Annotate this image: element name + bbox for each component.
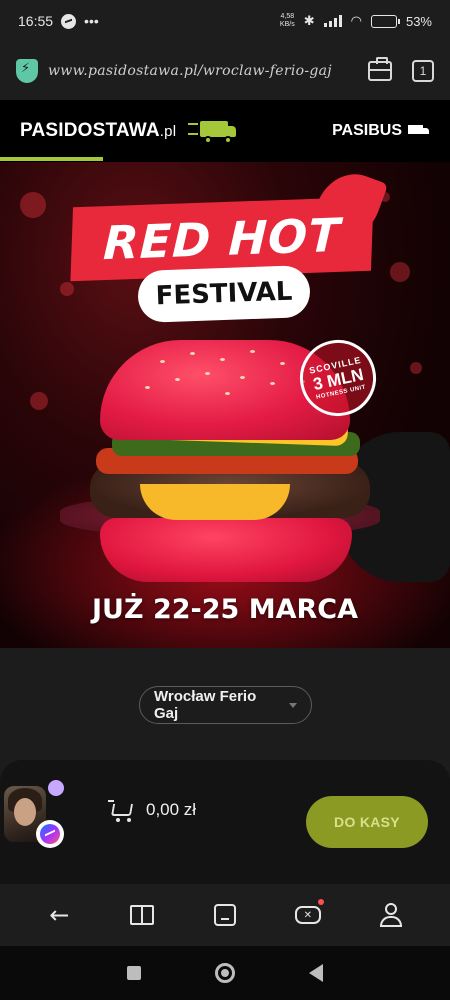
network-speed: 4,58 KB/s xyxy=(280,13,295,29)
home-button[interactable] xyxy=(205,895,245,935)
messenger-notification-icon xyxy=(61,13,77,29)
delivery-truck-icon xyxy=(188,118,237,144)
location-select[interactable]: Wrocław Ferio Gaj xyxy=(139,686,312,724)
browser-bottom-nav: ← ✕ xyxy=(0,884,450,946)
bluetooth-icon: ✱ xyxy=(303,13,315,28)
cart-icon[interactable] xyxy=(108,800,134,822)
festival-subtitle-pill: FESTIVAL xyxy=(137,265,311,323)
reading-list-button[interactable] xyxy=(122,895,162,935)
status-bar: 16:55 ••• 4,58 KB/s ✱ ◠ 53% xyxy=(0,0,450,42)
festival-subtitle: FESTIVAL xyxy=(155,276,293,312)
gamepad-icon: ✕ xyxy=(294,906,321,924)
battery-icon xyxy=(370,14,400,28)
chat-status-dot xyxy=(48,780,64,796)
site-logo[interactable]: PASIDOSTAWA.pl xyxy=(20,120,176,142)
back-button[interactable]: ← xyxy=(39,895,79,935)
profile-button[interactable] xyxy=(371,895,411,935)
small-truck-icon xyxy=(408,125,430,137)
network-speed-value: 4,58 xyxy=(280,13,295,20)
profile-icon xyxy=(379,903,402,927)
home-icon xyxy=(213,904,236,926)
checkout-button[interactable]: DO KASY xyxy=(306,796,428,848)
promo-banner[interactable]: RED HOT FESTIVAL SCOVILLE 3 MLN HOTNESS … xyxy=(0,162,450,648)
security-shield-icon[interactable] xyxy=(16,59,38,83)
pasibus-label: PASIBUS xyxy=(332,122,402,139)
status-time: 16:55 xyxy=(18,13,54,29)
site-header: PASIDOSTAWA.pl PASIBUS xyxy=(0,100,450,162)
location-select-value: Wrocław Ferio Gaj xyxy=(154,688,257,722)
festival-date: JUŻ 22-25 MARCA xyxy=(92,594,358,625)
back-triangle-icon[interactable] xyxy=(309,964,323,982)
main-content: Wrocław Ferio Gaj 0,00 zł DO KASY xyxy=(0,648,450,884)
festival-title: RED HOT xyxy=(102,207,342,271)
brand-suffix: .pl xyxy=(159,123,177,140)
burger-bottom-bun xyxy=(100,518,352,582)
header-active-indicator xyxy=(0,157,103,161)
notification-dot xyxy=(317,899,324,905)
briefcase-icon[interactable] xyxy=(368,57,392,81)
brand-name: PASIDOSTAWA xyxy=(20,120,160,141)
back-arrow-icon: ← xyxy=(49,901,70,929)
recents-icon[interactable] xyxy=(127,966,141,980)
pasibus-link[interactable]: PASIBUS xyxy=(332,122,430,140)
book-icon xyxy=(130,905,155,925)
system-nav-bar xyxy=(0,946,450,1000)
signal-icon xyxy=(323,15,342,27)
home-circle-icon[interactable] xyxy=(215,963,235,983)
battery-text: 53% xyxy=(405,13,432,29)
browser-url-bar[interactable]: www.pasidostawa.pl/wroclaw-ferio-gaj 1 xyxy=(0,42,450,100)
burger-cheese-drip xyxy=(140,484,290,520)
games-button[interactable]: ✕ xyxy=(288,895,328,935)
cart-total: 0,00 zł xyxy=(146,800,197,819)
more-notifications-icon: ••• xyxy=(84,13,99,29)
chevron-down-icon xyxy=(289,702,297,708)
messenger-icon[interactable] xyxy=(36,820,64,848)
wifi-icon: ◠ xyxy=(350,13,362,28)
url-text[interactable]: www.pasidostawa.pl/wroclaw-ferio-gaj xyxy=(48,63,358,79)
tab-count-button[interactable]: 1 xyxy=(412,60,434,82)
network-speed-unit: KB/s xyxy=(279,21,295,28)
